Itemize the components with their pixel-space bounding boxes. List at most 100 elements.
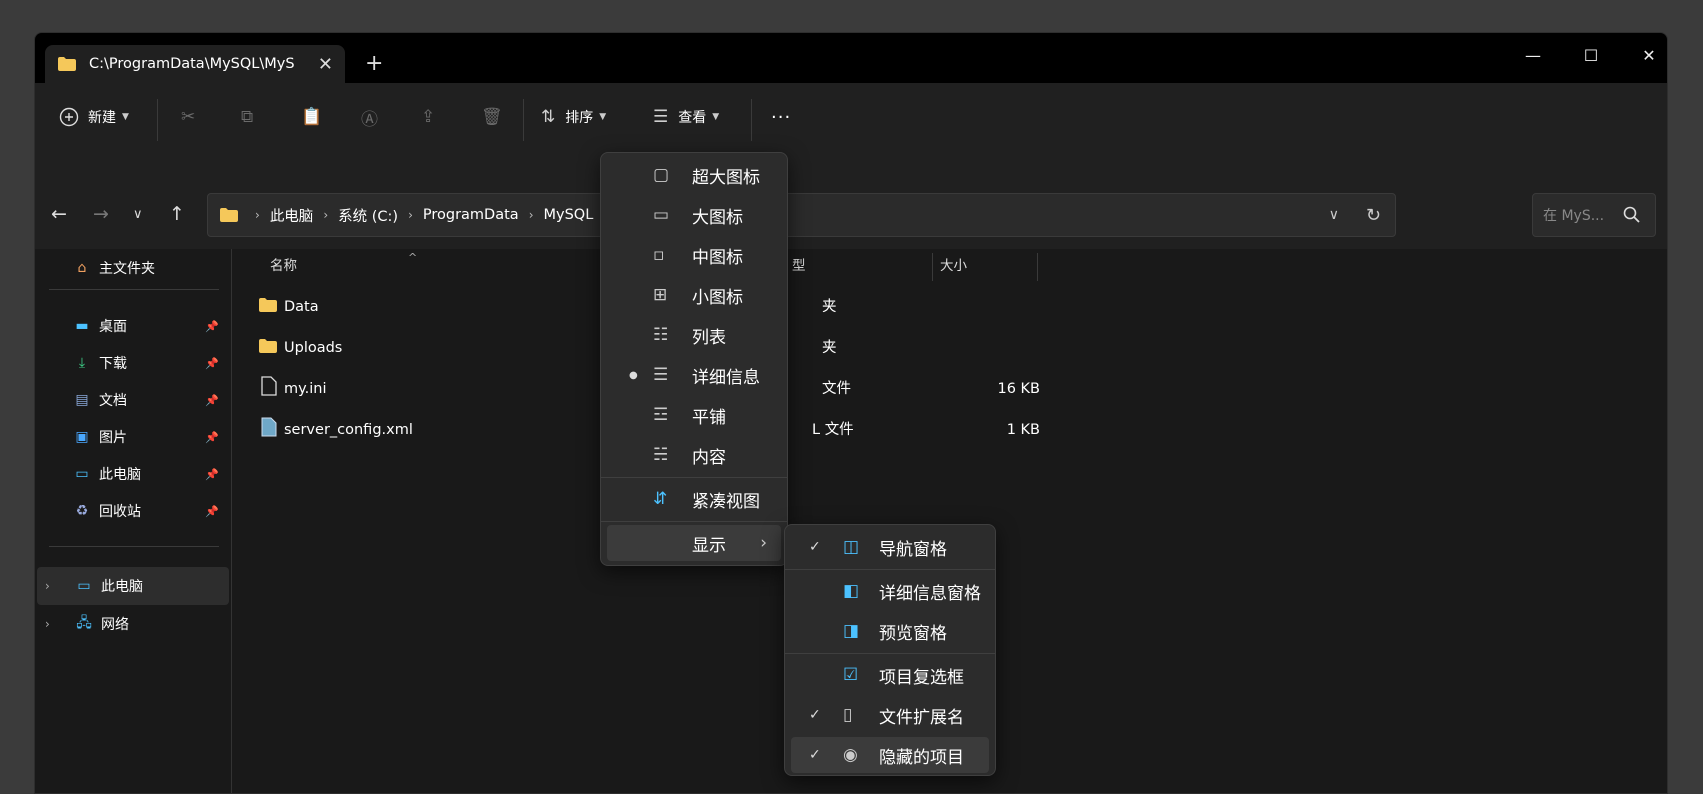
sidebar-item-recycle-bin[interactable]: ♻ 回收站 📌 [71,494,221,528]
sidebar-item-label: 图片 [99,430,127,446]
tab-active[interactable]: C:\ProgramData\MySQL\MySQL ✕ [45,45,345,83]
breadcrumb-mysql[interactable]: MySQL [544,207,594,223]
cut-icon[interactable]: ✂ [181,99,195,135]
pin-icon[interactable]: 📌 [205,468,219,481]
check-icon: ✓ [809,707,821,723]
menu-item-list[interactable]: ☷ 列表 [607,317,781,353]
sidebar-item-this-pc[interactable]: ▭ 此电脑 📌 [71,457,221,491]
pin-icon[interactable]: 📌 [205,320,219,333]
pin-icon[interactable]: 📌 [205,394,219,407]
sidebar-item-home[interactable]: ⌂ 主文件夹 [71,251,247,285]
new-tab-icon[interactable]: + [365,51,383,76]
eye-icon: ◉ [843,745,858,765]
pin-icon[interactable]: 📌 [205,431,219,444]
divider [49,289,219,290]
tree-item-network[interactable]: › 🖧 网络 [37,607,229,641]
tree-item-this-pc[interactable]: › ▭ 此电脑 [37,567,229,605]
menu-item-compact-view[interactable]: ⇵ 紧凑视图 [607,481,781,517]
delete-icon[interactable]: 🗑 [481,99,503,135]
close-button[interactable]: ✕ [1626,39,1667,73]
menu-item-item-checkboxes[interactable]: ☑ 项目复选框 [791,657,989,693]
menu-item-preview-pane[interactable]: ◨ 预览窗格 [791,613,989,649]
menu-item-show[interactable]: 显示 › [607,525,781,561]
breadcrumb-this-pc[interactable]: 此电脑 [270,205,314,226]
paste-icon[interactable]: 📋 [301,99,322,135]
preview-pane-icon: ◨ [843,621,860,641]
sidebar-item-label: 下载 [99,356,127,372]
file-type: L 文件 [812,422,854,438]
recent-locations-icon[interactable]: ∨ [133,207,143,222]
menu-divider [785,569,995,570]
copy-icon[interactable]: ⧉ [241,99,253,135]
address-bar[interactable]: › 此电脑 › 系统 (C:) › ProgramData › MySQL ∨ … [207,193,1396,237]
sidebar-item-label: 回收站 [99,504,141,520]
share-icon[interactable]: ⇪ [421,99,435,135]
column-header-size[interactable]: 大小 [940,249,967,283]
sidebar-item-documents[interactable]: ▤ 文档 📌 [71,383,221,417]
sort-button[interactable]: ⇅ 排序 ▼ [541,99,606,135]
menu-item-medium-icons[interactable]: ▫ 中图标 [607,237,781,273]
file-size: 16 KB [997,381,1040,397]
sidebar-item-desktop[interactable]: ▬ 桌面 📌 [71,309,221,343]
up-arrow-icon[interactable]: ↑ [169,203,185,225]
back-arrow-icon[interactable]: ← [51,203,67,225]
menu-item-small-icons[interactable]: ⊞ 小图标 [607,277,781,313]
details-icon: ☰ [653,365,669,385]
menu-item-content[interactable]: ☵ 内容 [607,437,781,473]
new-button[interactable]: 新建 ▼ [59,99,129,135]
column-header-name[interactable]: 名称 [270,249,297,283]
column-divider[interactable] [932,253,933,281]
breadcrumb-c-drive[interactable]: 系统 (C:) [338,205,398,226]
content-icon: ☵ [653,445,669,465]
menu-item-extra-large-icons[interactable]: ▢ 超大图标 [607,157,781,193]
minimize-button[interactable]: — [1510,39,1556,73]
chevron-right-icon: › [45,579,50,593]
check-icon: ✓ [809,539,821,555]
selected-dot-icon: ● [629,369,638,381]
menu-divider [601,521,787,522]
menu-item-tiles[interactable]: ☲ 平铺 [607,397,781,433]
more-options-icon[interactable]: ··· [771,99,791,135]
chevron-down-icon: ▼ [599,112,607,122]
download-icon: ⤓ [78,355,86,371]
sidebar-item-pictures[interactable]: ▣ 图片 📌 [71,420,221,454]
menu-item-large-icons[interactable]: ▭ 大图标 [607,197,781,233]
column-divider[interactable] [1037,253,1038,281]
show-submenu: ✓ ◫ 导航窗格 ◧ 详细信息窗格 ◨ 预览窗格 ☑ 项目复选框 ✓ ▯ 文件扩… [784,524,996,776]
pin-icon[interactable]: 📌 [205,505,219,518]
menu-item-file-extensions[interactable]: ✓ ▯ 文件扩展名 [791,697,989,733]
computer-icon: ▭ [75,466,89,482]
details-pane-icon: ◧ [843,581,860,601]
rename-icon[interactable]: Ⓐ [361,99,378,135]
sort-ascending-icon: ^ [408,251,418,264]
file-type: 夹 [822,340,837,356]
breadcrumb-programdata[interactable]: ProgramData [423,207,519,223]
menu-item-details-pane[interactable]: ◧ 详细信息窗格 [791,573,989,609]
small-icons-icon: ⊞ [653,285,668,305]
list-icon: ☷ [653,325,669,345]
view-button[interactable]: ☰ 查看 ▼ [653,99,719,135]
view-menu: ▢ 超大图标 ▭ 大图标 ▫ 中图标 ⊞ 小图标 ☷ 列表 ● ☰ 详细信息 ☲… [600,152,788,566]
close-tab-icon[interactable]: ✕ [318,54,333,75]
chevron-right-icon: › [408,208,413,222]
plus-circle-icon [59,107,79,127]
folder-icon [58,57,76,71]
maximize-button[interactable]: ☐ [1568,39,1614,73]
folder-icon [220,208,238,222]
search-box[interactable]: 在 MyS... [1532,193,1656,237]
forward-arrow-icon[interactable]: → [93,203,109,225]
pin-icon[interactable]: 📌 [205,357,219,370]
file-type: 文件 [822,381,851,397]
column-header-type[interactable]: 型 [792,249,806,283]
menu-item-hidden-items[interactable]: ✓ ◉ 隐藏的项目 [791,737,989,773]
search-icon [1623,206,1640,223]
large-icons-icon: ▭ [653,205,670,225]
refresh-icon[interactable]: ↻ [1366,205,1381,226]
title-bar: C:\ProgramData\MySQL\MySQL ✕ + — ☐ ✕ [35,33,1667,83]
medium-icons-icon: ▫ [653,245,665,265]
address-dropdown-icon[interactable]: ∨ [1329,207,1339,223]
sidebar-item-downloads[interactable]: ⤓ 下载 📌 [71,346,221,380]
menu-item-navigation-pane[interactable]: ✓ ◫ 导航窗格 [791,529,989,565]
menu-item-details[interactable]: ● ☰ 详细信息 [607,357,781,393]
extra-large-icons-icon: ▢ [653,165,670,185]
